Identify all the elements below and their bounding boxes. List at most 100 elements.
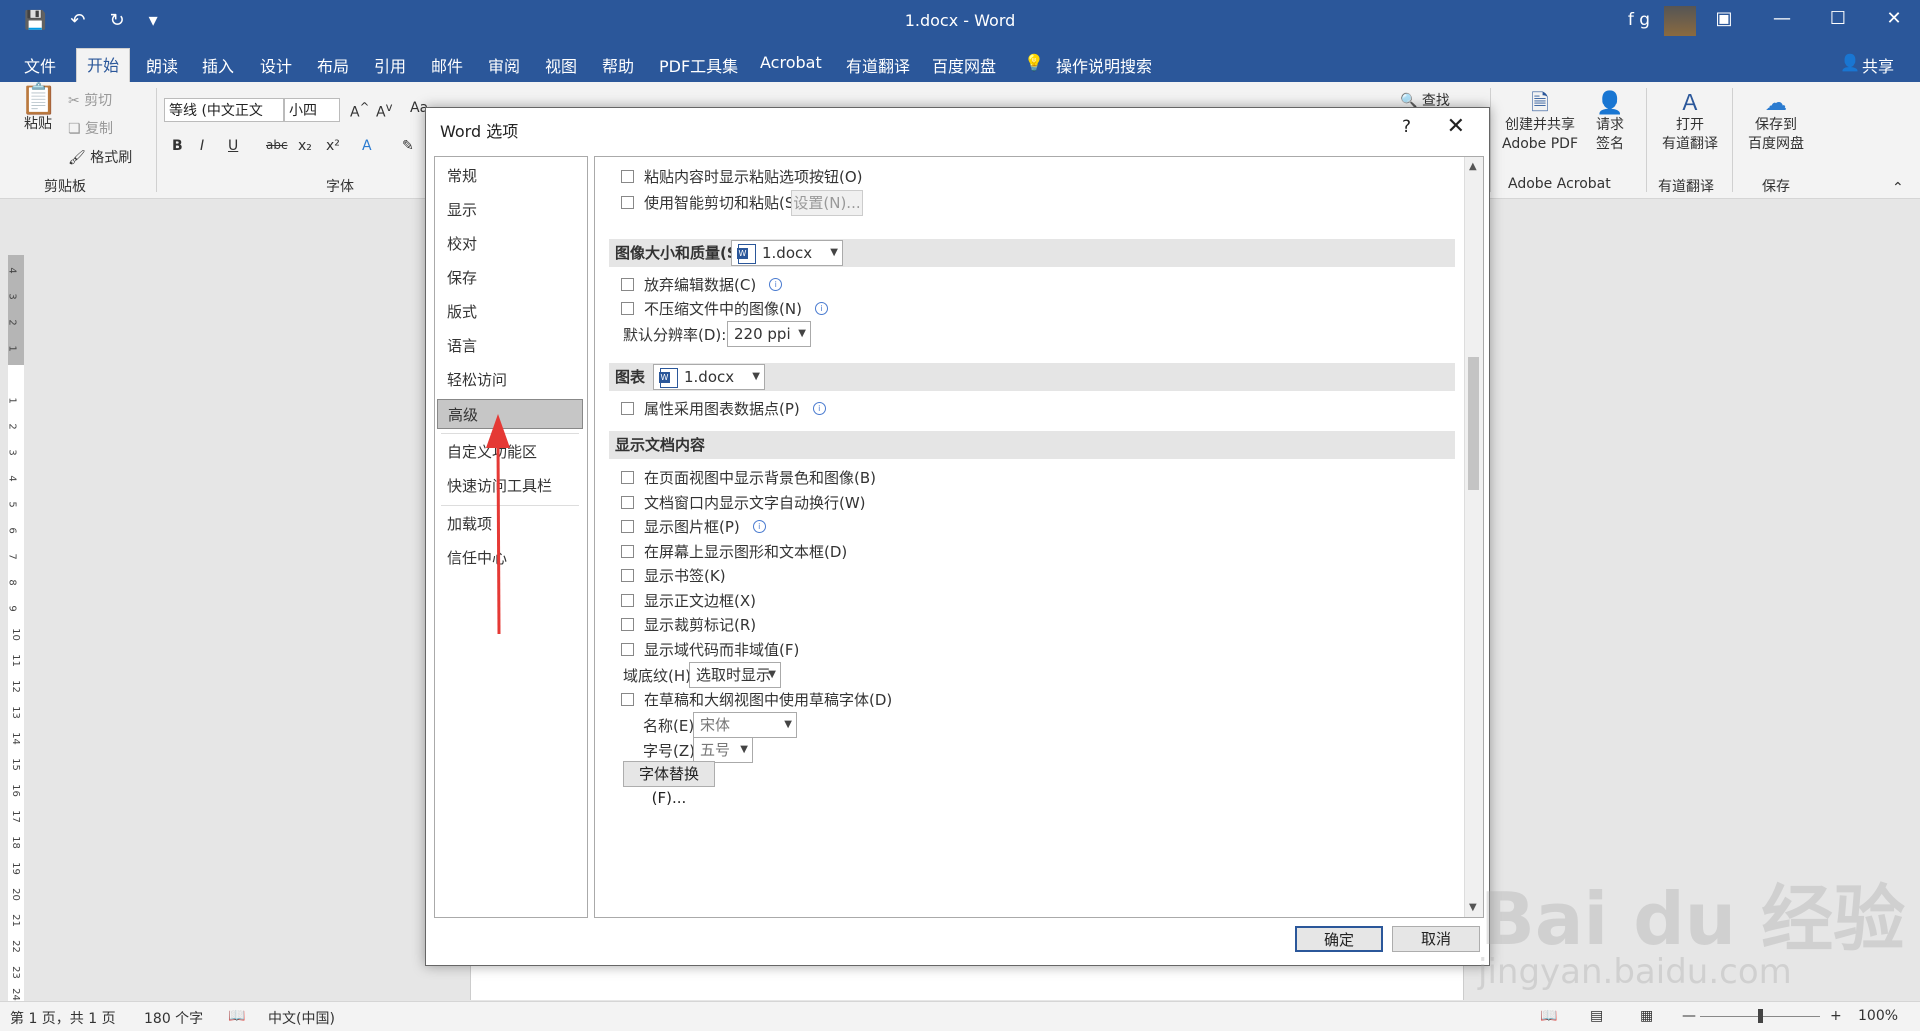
option-discard-edit[interactable]: 放弃编辑数据(C) i — [621, 273, 783, 295]
tab-mailings[interactable]: 邮件 — [431, 53, 463, 77]
tab-design[interactable]: 设计 — [260, 53, 292, 77]
close-window-icon[interactable]: ✕ — [1874, 8, 1914, 29]
nav-save[interactable]: 保存 — [437, 263, 583, 293]
tab-home[interactable]: 开始 — [76, 48, 131, 83]
checkbox[interactable] — [621, 568, 634, 582]
create-share-pdf-button[interactable]: 🗎 创建并共享 Adobe PDF — [1498, 93, 1582, 154]
web-layout-icon[interactable]: ▦ — [1640, 1008, 1653, 1024]
font-substitution-button[interactable]: 字体替换(F)... — [623, 761, 715, 807]
checkbox[interactable] — [621, 692, 634, 706]
checkbox[interactable] — [621, 470, 634, 484]
nav-proofing[interactable]: 校对 — [437, 229, 583, 259]
request-sign-button[interactable]: 👤 请求 签名 — [1588, 93, 1632, 154]
option-draft-font[interactable]: 在草稿和大纲视图中使用草稿字体(D) — [621, 688, 892, 710]
tab-references[interactable]: 引用 — [374, 53, 406, 77]
italic-icon[interactable]: I — [200, 138, 204, 154]
tab-acrobat[interactable]: Acrobat — [760, 53, 822, 72]
ribbon-display-icon[interactable]: ▣ — [1704, 8, 1744, 29]
zoom-slider-thumb[interactable] — [1758, 1009, 1763, 1023]
checkbox[interactable] — [621, 301, 634, 315]
option-background[interactable]: 在页面视图中显示背景色和图像(B) — [621, 466, 876, 488]
save-baidu-button[interactable]: ☁ 保存到 百度网盘 — [1740, 93, 1812, 154]
copy-button[interactable]: ❏ 复制 — [68, 118, 113, 138]
nav-accessibility[interactable]: 轻松访问 — [437, 365, 583, 395]
nav-language[interactable]: 语言 — [437, 331, 583, 361]
tab-pdf-tools[interactable]: PDF工具集 — [659, 53, 738, 77]
ok-button[interactable]: 确定 — [1295, 926, 1383, 952]
format-painter-button[interactable]: 🖌 格式刷 — [68, 147, 132, 167]
cancel-button[interactable]: 取消 — [1392, 926, 1480, 952]
strikethrough-icon[interactable]: abc — [266, 138, 288, 152]
vertical-ruler[interactable]: 4 3 2 1 1 2 3 4 5 6 7 8 9 10 11 12 13 14… — [0, 199, 30, 1005]
option-field-codes[interactable]: 显示域代码而非域值(F) — [621, 638, 799, 660]
checkbox[interactable] — [621, 593, 634, 607]
text-effects-icon[interactable]: A — [362, 138, 372, 154]
share-button[interactable]: 共享 — [1862, 53, 1894, 77]
option-no-compress[interactable]: 不压缩文件中的图像(N) i — [621, 297, 828, 319]
tab-file[interactable]: 文件 — [24, 53, 56, 77]
tab-insert[interactable]: 插入 — [202, 53, 234, 77]
checkbox[interactable] — [621, 617, 634, 631]
font-name-box[interactable]: 等线 (中文正文 — [164, 98, 284, 122]
minimize-icon[interactable]: — — [1762, 8, 1802, 29]
maximize-icon[interactable]: ☐ — [1818, 8, 1858, 29]
scroll-thumb[interactable] — [1468, 357, 1479, 490]
help-button[interactable]: ? — [1402, 117, 1411, 137]
tab-youdao[interactable]: 有道翻译 — [846, 53, 910, 77]
tell-me-search[interactable]: 操作说明搜索 — [1056, 53, 1152, 77]
zoom-out-icon[interactable]: — — [1682, 1008, 1696, 1024]
nav-display[interactable]: 显示 — [437, 195, 583, 225]
superscript-icon[interactable]: x² — [326, 138, 340, 154]
collapse-ribbon-icon[interactable]: ⌃ — [1892, 180, 1904, 196]
checkbox[interactable] — [621, 519, 634, 533]
settings-button[interactable]: 设置(N)... — [791, 190, 863, 216]
zoom-in-icon[interactable]: + — [1830, 1008, 1842, 1024]
image-doc-select[interactable]: 1.docx ▼ — [731, 240, 843, 266]
word-count[interactable]: 180 个字 — [144, 1008, 203, 1028]
chart-doc-select[interactable]: 1.docx ▼ — [653, 364, 765, 390]
paste-button[interactable]: 📋 粘贴 — [20, 85, 57, 134]
nav-language-layout[interactable]: 版式 — [437, 297, 583, 327]
share-icon[interactable]: 👤 — [1840, 53, 1860, 72]
tab-read-aloud[interactable]: 朗读 — [146, 53, 178, 77]
option-paste-button[interactable]: 粘贴内容时显示粘贴选项按钮(O) — [621, 165, 863, 187]
cut-button[interactable]: ✂ 剪切 — [68, 90, 112, 110]
checkbox[interactable] — [621, 195, 634, 209]
language-status[interactable]: 中文(中国) — [268, 1008, 335, 1028]
avatar[interactable] — [1664, 6, 1696, 36]
zoom-level[interactable]: 100% — [1858, 1008, 1898, 1024]
field-shading-select[interactable]: 选取时显示 ▼ — [689, 662, 781, 688]
option-picture-frame[interactable]: 显示图片框(P) i — [621, 515, 766, 537]
default-resolution-select[interactable]: 220 ppi ▼ — [727, 321, 811, 347]
tab-layout[interactable]: 布局 — [317, 53, 349, 77]
draft-font-size-select[interactable]: 五号 ▼ — [693, 737, 753, 763]
tab-review[interactable]: 审阅 — [488, 53, 520, 77]
option-chart-props[interactable]: 属性采用图表数据点(P) i — [621, 397, 826, 419]
checkbox[interactable] — [621, 495, 634, 509]
option-crop-marks[interactable]: 显示裁剪标记(R) — [621, 613, 756, 635]
option-wrap[interactable]: 文档窗口内显示文字自动换行(W) — [621, 491, 866, 513]
draft-font-name-select[interactable]: 宋体 ▼ — [693, 712, 797, 738]
checkbox[interactable] — [621, 544, 634, 558]
open-youdao-button[interactable]: Ａ 打开 有道翻译 — [1654, 93, 1726, 154]
checkbox[interactable] — [621, 277, 634, 291]
tab-baidu-disk[interactable]: 百度网盘 — [932, 53, 996, 77]
read-mode-icon[interactable]: 📖 — [1540, 1008, 1557, 1024]
font-size-box[interactable]: 小四 — [284, 98, 340, 122]
proofing-icon[interactable]: 📖 — [228, 1008, 245, 1024]
checkbox[interactable] — [621, 642, 634, 656]
underline-icon[interactable]: U — [228, 138, 238, 154]
user-name[interactable]: f g — [1628, 10, 1650, 30]
bold-icon[interactable]: B — [172, 138, 183, 154]
checkbox[interactable] — [621, 169, 634, 183]
nav-general[interactable]: 常规 — [437, 161, 583, 191]
document-page[interactable] — [470, 960, 1464, 1000]
grow-font-icon[interactable]: A^ — [350, 100, 369, 121]
option-text-boundaries[interactable]: 显示正文边框(X) — [621, 589, 756, 611]
scroll-up-icon[interactable]: ▲ — [1469, 161, 1477, 172]
option-shapes[interactable]: 在屏幕上显示图形和文本框(D) — [621, 540, 847, 562]
shrink-font-icon[interactable]: Av — [376, 100, 392, 121]
print-layout-icon[interactable]: ▤ — [1590, 1008, 1603, 1024]
highlight-icon[interactable]: ✎ — [402, 138, 414, 154]
checkbox[interactable] — [621, 401, 634, 415]
